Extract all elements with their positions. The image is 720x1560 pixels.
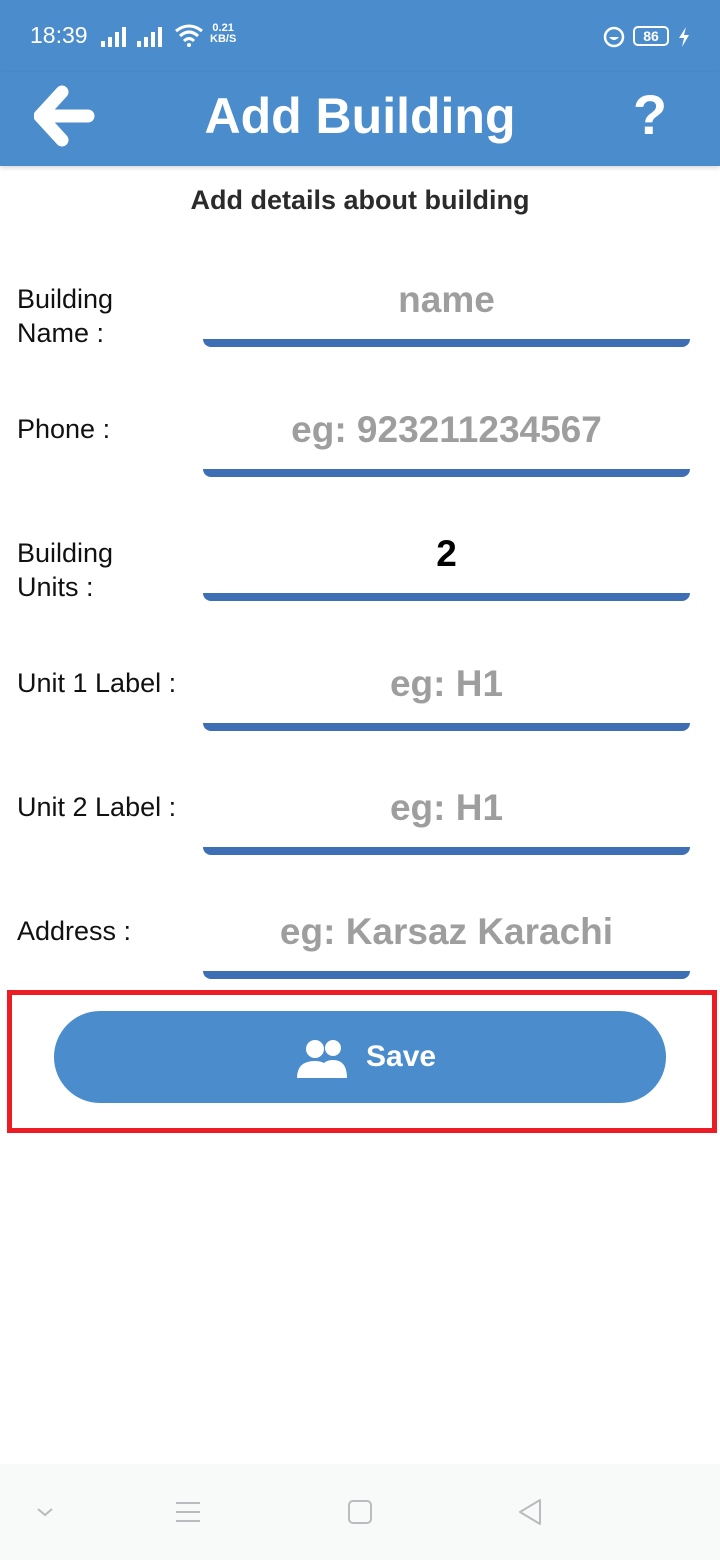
page-title: Add Building xyxy=(204,88,516,144)
address-label: Address : xyxy=(17,916,132,946)
building-name-input[interactable] xyxy=(203,270,690,330)
status-bar: 18:39 0.21 KB/S 86 xyxy=(0,0,720,72)
menu-icon[interactable] xyxy=(170,1494,206,1530)
back-triangle-icon[interactable] xyxy=(512,1494,548,1530)
signal-icon xyxy=(101,27,126,47)
arrow-left-icon xyxy=(33,85,95,147)
signal-icon xyxy=(137,27,162,47)
save-button[interactable]: Save xyxy=(54,1011,666,1103)
net-speed-unit: KB/S xyxy=(210,33,237,45)
building-name-underline xyxy=(203,339,690,347)
status-time: 18:39 xyxy=(30,22,88,48)
unit-1-label-input[interactable] xyxy=(203,654,690,714)
unit-2-label: Unit 2 Label : xyxy=(17,792,177,822)
save-button-label: Save xyxy=(366,1040,437,1073)
back-button[interactable] xyxy=(33,84,98,148)
battery-indicator: 86 xyxy=(633,26,669,46)
unit-1-label: Unit 1 Label : xyxy=(17,668,177,698)
net-speed: 0.21 KB/S xyxy=(210,23,236,45)
form-subtitle: Add details about building xyxy=(190,185,530,215)
unit-2-underline xyxy=(203,847,690,855)
building-units-input[interactable] xyxy=(203,524,690,584)
wifi-icon xyxy=(175,24,203,47)
phone-input[interactable] xyxy=(203,400,690,460)
help-button[interactable]: ? xyxy=(620,80,680,150)
charging-bolt-icon xyxy=(679,27,689,47)
building-units-label: Building Units : xyxy=(17,538,114,602)
people-icon xyxy=(297,1040,347,1078)
phone-underline xyxy=(203,469,690,477)
phone-label: Phone : xyxy=(17,414,111,444)
system-nav-bar xyxy=(0,1464,720,1560)
home-square-icon[interactable] xyxy=(342,1494,378,1530)
chevron-down-icon[interactable] xyxy=(27,1494,63,1530)
unit-1-underline xyxy=(203,723,690,731)
building-name-label: Building Name : xyxy=(17,284,114,348)
address-underline xyxy=(203,971,690,979)
address-input[interactable] xyxy=(203,902,690,962)
notification-circle-icon xyxy=(603,26,625,48)
unit-2-label-input[interactable] xyxy=(203,778,690,838)
building-units-underline xyxy=(203,593,690,601)
app-bar: Add Building ? xyxy=(0,72,720,166)
